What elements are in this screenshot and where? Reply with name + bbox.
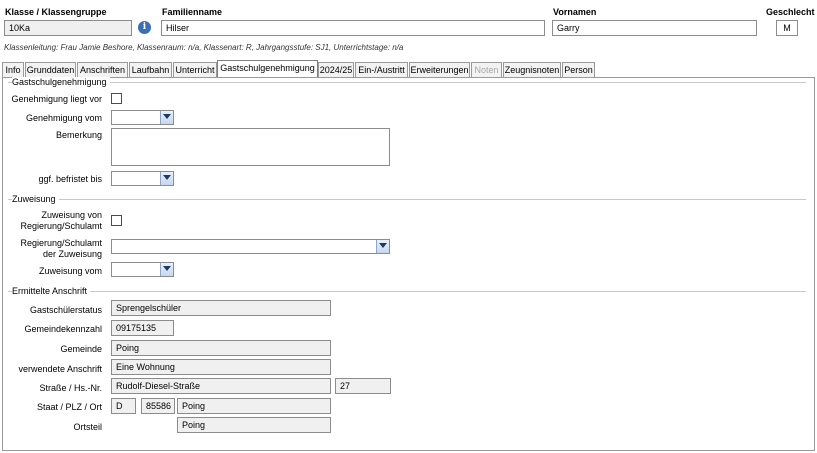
tab-laufbahn[interactable]: Laufbahn — [129, 62, 172, 78]
zuweisung-checkbox[interactable] — [111, 215, 122, 226]
plz-field: 85586 — [141, 398, 175, 414]
strasse-label: Straße / Hs.-Nr. — [39, 383, 102, 393]
geschlecht-field[interactable]: M — [776, 20, 798, 36]
vornamen-field[interactable]: Garry — [552, 20, 757, 36]
regierung-select[interactable] — [111, 239, 390, 254]
zuweisung-label-line2: Regierung/Schulamt — [20, 221, 102, 231]
genehmigung-liegt-vor-checkbox[interactable] — [111, 93, 122, 104]
tab-info[interactable]: Info — [2, 62, 24, 78]
section-divider — [8, 82, 806, 83]
ort-field: Poing — [177, 398, 331, 414]
info-icon[interactable]: i — [138, 21, 151, 34]
tab-schuljahr[interactable]: 2024/25 — [318, 62, 354, 78]
gemeindekennzahl-label: Gemeindekennzahl — [24, 324, 102, 334]
klasse-field[interactable]: 10Ka — [4, 20, 132, 36]
ortsteil-label: Ortsteil — [73, 422, 102, 432]
section-title-anschrift: Ermittelte Anschrift — [12, 286, 91, 296]
tab-unterricht[interactable]: Unterricht — [173, 62, 217, 78]
chevron-down-icon[interactable] — [376, 240, 389, 253]
vornamen-label: Vornamen — [553, 7, 597, 17]
ortsteil-field: Poing — [177, 417, 331, 433]
verwendete-anschrift-label: verwendete Anschrift — [18, 364, 102, 374]
gemeindekennzahl-field: 09175135 — [111, 320, 174, 336]
tab-anschriften[interactable]: Anschriften — [77, 62, 128, 78]
gemeinde-field: Poing — [111, 340, 331, 356]
section-title-gastschul: Gastschulgenehmigung — [12, 77, 110, 87]
section-divider — [8, 291, 806, 292]
regierung-label-line2: der Zuweisung — [42, 249, 102, 259]
hausnummer-field: 27 — [335, 378, 391, 394]
verwendete-anschrift-field: Eine Wohnung — [111, 359, 331, 375]
tab-erweiterungen[interactable]: Erweiterungen — [409, 62, 470, 78]
staat-plz-ort-label: Staat / PLZ / Ort — [36, 402, 102, 412]
bemerkung-textarea[interactable] — [111, 128, 390, 166]
chevron-down-icon[interactable] — [160, 263, 173, 276]
chevron-down-icon[interactable] — [160, 172, 173, 185]
tab-grunddaten[interactable]: Grunddaten — [25, 62, 76, 78]
geschlecht-label: Geschlecht — [766, 7, 815, 17]
chevron-down-icon[interactable] — [160, 111, 173, 124]
tab-noten: Noten — [471, 62, 502, 78]
zuweisung-vom-date[interactable] — [111, 262, 174, 277]
befristet-label: ggf. befristet bis — [38, 174, 102, 184]
tab-person[interactable]: Person — [562, 62, 595, 78]
tab-ein-austritt[interactable]: Ein-/Austritt — [355, 62, 408, 78]
staat-field: D — [111, 398, 136, 414]
regierung-label-line1: Regierung/Schulamt — [20, 238, 102, 248]
bemerkung-label: Bemerkung — [55, 130, 102, 140]
klasse-label: Klasse / Klassengruppe — [5, 7, 107, 17]
familienname-field[interactable]: Hilser — [161, 20, 545, 36]
zuweisung-label-line1: Zuweisung von — [41, 210, 102, 220]
status-field: Sprengelschüler — [111, 300, 331, 316]
strasse-field: Rudolf-Diesel-Straße — [111, 378, 331, 394]
section-title-zuweisung: Zuweisung — [12, 194, 59, 204]
familienname-label: Familienname — [162, 7, 223, 17]
klassenleitung-info: Klassenleitung: Frau Jamie Beshore, Klas… — [4, 43, 404, 52]
genehmigung-vom-date[interactable] — [111, 110, 174, 125]
zuweisung-vom-label: Zuweisung vom — [38, 266, 102, 276]
tab-gastschulgenehmigung[interactable]: Gastschulgenehmigung — [217, 60, 318, 78]
gemeinde-label: Gemeinde — [60, 344, 102, 354]
status-label: Gastschülerstatus — [29, 305, 102, 315]
section-divider — [8, 199, 806, 200]
befristet-date[interactable] — [111, 171, 174, 186]
genehmigung-liegt-vor-label: Genehmigung liegt vor — [11, 94, 102, 104]
tab-zeugnisnoten[interactable]: Zeugnisnoten — [503, 62, 561, 78]
genehmigung-vom-label: Genehmigung vom — [25, 113, 102, 123]
